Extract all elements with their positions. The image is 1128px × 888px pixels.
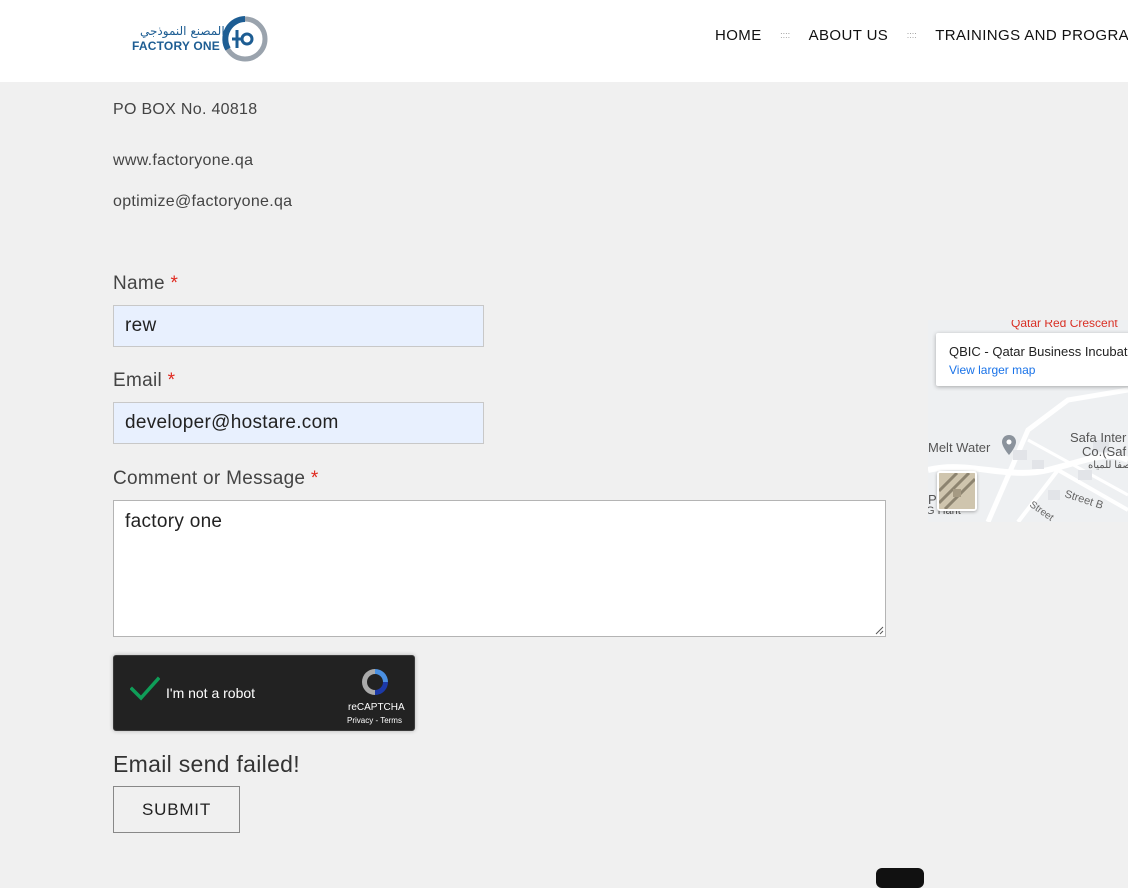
message-textarea[interactable]: factory one bbox=[113, 500, 886, 637]
message-label: Comment or Message * bbox=[113, 468, 319, 490]
map-label-safa-line1: Safa Inter bbox=[1070, 430, 1127, 445]
embedded-map[interactable]: Qatar Red Crescent QBIC - Qatar Business… bbox=[928, 320, 1128, 522]
message-text: factory one bbox=[125, 511, 223, 532]
map-pin-icon[interactable] bbox=[1002, 435, 1016, 455]
email-label-text: Email bbox=[113, 370, 163, 391]
website-link[interactable]: www.factoryone.qa bbox=[113, 152, 253, 170]
map-label-red-crescent: Qatar Red Crescent bbox=[1011, 320, 1118, 330]
required-mark: * bbox=[167, 370, 176, 391]
recaptcha-label: I'm not a robot bbox=[166, 685, 256, 701]
map-satellite-thumbnail[interactable] bbox=[937, 471, 977, 511]
resize-grip-icon[interactable] bbox=[875, 626, 884, 635]
nav-home[interactable]: HOME bbox=[715, 27, 762, 44]
recaptcha-privacy-terms[interactable]: Privacy - Terms bbox=[347, 716, 402, 725]
main-nav: HOME:::: ABOUT US:::: TRAININGS AND PROGRA… bbox=[715, 27, 1128, 44]
logo-arabic-text: المصنع النموذجي bbox=[140, 24, 225, 38]
nav-separator: :::: bbox=[780, 30, 791, 40]
form-status-message: Email send failed! bbox=[113, 751, 300, 777]
recaptcha-widget: I'm not a robot reCAPTCHA Privacy - Term… bbox=[113, 655, 415, 731]
map-label-melt-water: Melt Water bbox=[928, 440, 991, 455]
factory-one-logo[interactable]: المصنع النموذجي FACTORY ONE bbox=[130, 14, 270, 62]
po-box-text: PO BOX No. 40818 bbox=[113, 101, 258, 118]
map-label-safa: Safa Inter Co.(Saf صفا للمياه bbox=[1070, 431, 1128, 473]
name-input[interactable]: rew bbox=[113, 305, 484, 347]
nav-separator: :::: bbox=[906, 30, 917, 40]
satellite-preview-icon bbox=[939, 473, 975, 509]
view-larger-map-link[interactable]: View larger map bbox=[949, 363, 1035, 377]
logo-english-text: FACTORY ONE bbox=[132, 39, 220, 53]
recaptcha-logo-icon bbox=[362, 669, 388, 695]
email-input[interactable]: developer@hostare.com bbox=[113, 402, 484, 444]
submit-button[interactable]: SUBMIT bbox=[113, 786, 240, 833]
required-mark: * bbox=[310, 468, 319, 489]
email-label: Email * bbox=[113, 370, 175, 392]
site-header: المصنع النموذجي FACTORY ONE HOME:::: ABOU… bbox=[0, 0, 1128, 82]
map-label-safa-arabic: صفا للمياه bbox=[1088, 460, 1128, 471]
recaptcha-checkmark-icon[interactable] bbox=[130, 676, 160, 702]
nav-about-us[interactable]: ABOUT US bbox=[809, 27, 889, 44]
map-place-card: QBIC - Qatar Business Incubat View large… bbox=[936, 333, 1128, 386]
email-link[interactable]: optimize@factoryone.qa bbox=[113, 193, 292, 211]
map-label-safa-line2: Co.(Saf bbox=[1082, 444, 1127, 459]
name-label-text: Name bbox=[113, 273, 165, 294]
map-place-title: QBIC - Qatar Business Incubat bbox=[949, 344, 1128, 359]
required-mark: * bbox=[170, 273, 179, 294]
nav-trainings-and-programs[interactable]: TRAININGS AND PROGRAM bbox=[935, 27, 1128, 44]
factory-one-mark-icon bbox=[222, 16, 268, 62]
scroll-to-top-button[interactable] bbox=[876, 868, 924, 888]
message-label-text: Comment or Message bbox=[113, 468, 306, 489]
name-label: Name * bbox=[113, 273, 178, 295]
recaptcha-brand: reCAPTCHA bbox=[348, 702, 405, 713]
